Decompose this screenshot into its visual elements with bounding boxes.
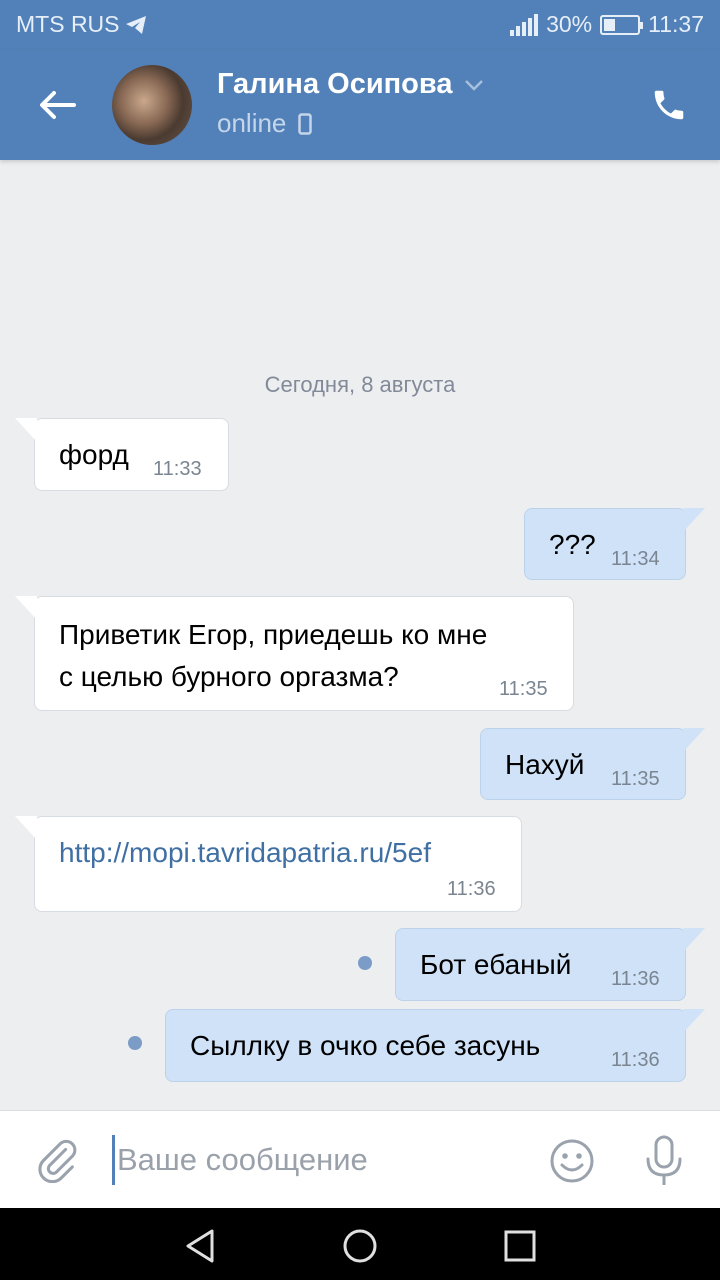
avatar[interactable] [112, 65, 192, 145]
message-composer [0, 1110, 720, 1208]
message-incoming[interactable]: http://mopi.tavridapatria.ru/5ef 11:36 [15, 816, 522, 912]
nav-home-icon [343, 1229, 377, 1263]
mobile-icon [298, 112, 313, 135]
back-button[interactable] [34, 82, 80, 128]
unread-indicator [128, 1036, 142, 1050]
nav-home-button[interactable] [340, 1226, 380, 1266]
message-time: 11:33 [153, 458, 202, 480]
microphone-button[interactable] [640, 1133, 688, 1189]
contact-status: online [217, 108, 287, 138]
unread-indicator [358, 956, 372, 970]
message-incoming[interactable]: форд 11:33 [15, 418, 229, 491]
message-text: ??? [549, 529, 596, 560]
signal-icon [510, 13, 539, 36]
message-time: 11:35 [499, 678, 548, 700]
message-outgoing[interactable]: Нахуй 11:35 [480, 728, 705, 800]
back-arrow-icon [40, 91, 76, 119]
clock: 11:37 [648, 11, 704, 37]
message-outgoing[interactable]: Бот ебаный 11:36 [395, 928, 705, 1001]
date-separator: Сегодня, 8 августа [264, 372, 456, 397]
emoji-icon [550, 1139, 594, 1183]
message-text: форд [59, 439, 129, 470]
message-text: Сыллку в очко себе засунь [190, 1030, 541, 1061]
message-input[interactable] [112, 1135, 522, 1185]
message-time: 11:36 [611, 1049, 660, 1071]
battery-icon [600, 14, 644, 35]
battery-percent: 30% [546, 11, 593, 37]
contact-name-group[interactable]: Галина Осипова [217, 68, 484, 101]
nav-recents-icon [504, 1230, 536, 1262]
carrier-group: MTS RUS [16, 11, 148, 38]
message-text: Нахуй [505, 749, 585, 780]
nav-recents-button[interactable] [500, 1226, 540, 1266]
message-text: Бот ебаный [420, 949, 572, 980]
call-button[interactable] [644, 80, 694, 130]
system-nav-bar [0, 1208, 720, 1280]
message-outgoing[interactable]: Сыллку в очко себе засунь 11:36 [165, 1009, 705, 1082]
emoji-button[interactable] [548, 1137, 596, 1185]
microphone-icon [646, 1135, 682, 1185]
paperclip-icon [38, 1139, 77, 1184]
contact-name: Галина Осипова [217, 68, 453, 100]
carrier-name: MTS RUS [16, 11, 120, 37]
attach-button[interactable] [34, 1137, 80, 1184]
message-time: 11:34 [611, 548, 660, 570]
chevron-down-icon [465, 79, 484, 91]
chat-header: Галина Осипова online [0, 50, 720, 160]
telegram-icon [125, 15, 146, 34]
message-link[interactable]: http://mopi.tavridapatria.ru/5ef [59, 833, 431, 873]
message-incoming[interactable]: Приветик Егор, приедешь ко мне с целью б… [15, 596, 574, 711]
message-time: 11:36 [447, 878, 496, 900]
message-text-line-1: Приветик Егор, приедешь ко мне [59, 619, 488, 650]
message-time: 11:35 [611, 768, 660, 790]
contact-status-group: online [217, 108, 313, 139]
status-bar: MTS RUS 30% 11:37 [0, 0, 720, 50]
phone-icon [654, 90, 684, 120]
status-icons: 30% 11:37 [510, 11, 704, 38]
message-text-line-2: с целью бурного оргазма? [59, 661, 399, 692]
message-outgoing[interactable]: ??? 11:34 [524, 508, 705, 580]
nav-back-icon [186, 1229, 214, 1263]
message-time: 11:36 [611, 968, 660, 990]
nav-back-button[interactable] [180, 1226, 220, 1266]
